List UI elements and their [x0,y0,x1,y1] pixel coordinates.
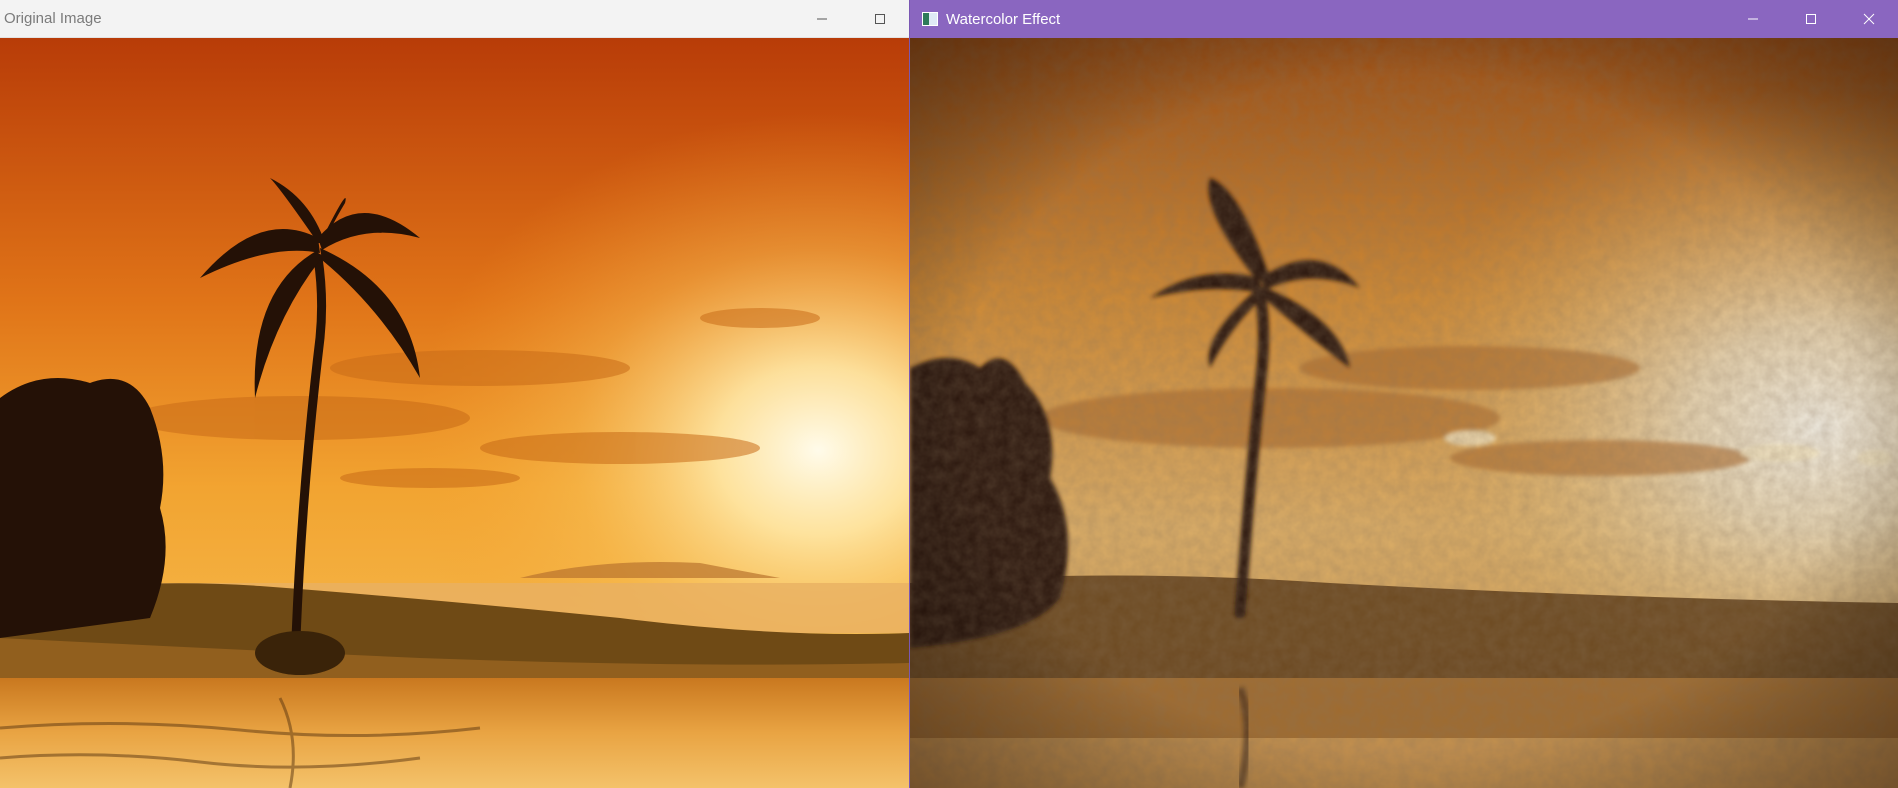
minimize-button[interactable] [793,0,851,38]
window-controls [1724,0,1898,38]
original-title-bar[interactable]: Original Image [0,0,909,38]
minimize-button[interactable] [1724,0,1782,38]
minimize-icon [1748,18,1758,20]
maximize-button[interactable] [851,0,909,38]
maximize-button[interactable] [1782,0,1840,38]
watercolor-title-bar[interactable]: Watercolor Effect [910,0,1898,38]
window-title: Original Image [4,10,102,27]
app-icon [922,12,938,26]
maximize-icon [1806,14,1816,24]
original-image-window: Original Image [0,0,909,788]
minimize-icon [817,18,827,20]
original-image-canvas [0,38,909,788]
maximize-icon [875,14,885,24]
sunset-photo [0,38,909,788]
window-title: Watercolor Effect [946,10,1061,28]
close-icon [1863,13,1875,25]
watercolor-window: Watercolor Effect [909,0,1898,788]
watercolor-image-canvas [910,38,1898,788]
close-button[interactable] [1840,0,1898,38]
window-controls [793,0,909,38]
watercolor-photo [910,38,1898,788]
